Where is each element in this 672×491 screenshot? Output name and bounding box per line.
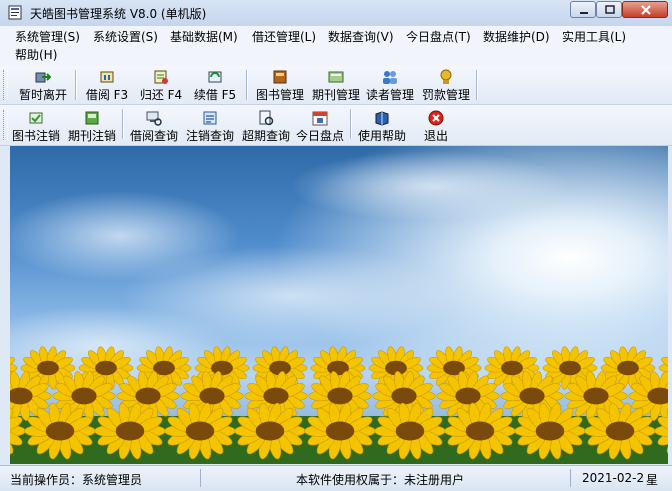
leave-label: 暂时离开 xyxy=(14,86,72,103)
minimize-icon xyxy=(571,2,597,19)
menu-bar: 系统管理(S) 系统设置(S) 基础数据(M) 借还管理(L) 数据查询(V) … xyxy=(0,26,672,67)
book-cancel-label: 图书注销 xyxy=(8,127,64,144)
borrow-query-label: 借阅查询 xyxy=(126,127,182,144)
menu-today-inventory[interactable]: 今日盘点(T) xyxy=(406,29,471,45)
return-icon xyxy=(153,69,169,85)
menu-system-settings[interactable]: 系统设置(S) xyxy=(93,29,158,45)
toolbar-separator xyxy=(246,70,248,100)
return-label: 归还 F4 xyxy=(136,86,186,103)
journal-cancel-icon xyxy=(84,110,100,126)
reader-manage-button[interactable]: 读者管理 xyxy=(362,66,418,104)
menu-help[interactable]: 帮助(H) xyxy=(15,47,57,63)
borrow-query-button[interactable]: 借阅查询 xyxy=(126,105,182,143)
menu-tools[interactable]: 实用工具(L) xyxy=(562,29,626,45)
journal-manage-button[interactable]: 期刊管理 xyxy=(308,66,364,104)
exit-button[interactable]: 退出 xyxy=(414,105,458,143)
book-manage-label: 图书管理 xyxy=(252,86,308,103)
help-label: 使用帮助 xyxy=(354,127,410,144)
window-title: 天皓图书管理系统 V8.0 (单机版) xyxy=(30,5,206,22)
fine-manage-label: 罚款管理 xyxy=(418,86,474,103)
title-bar: 天皓图书管理系统 V8.0 (单机版) xyxy=(0,0,672,27)
borrow-query-icon xyxy=(146,110,162,126)
status-date: 2021-02-2 xyxy=(582,471,644,485)
maximize-icon xyxy=(597,2,623,19)
renew-icon xyxy=(207,69,223,85)
book-icon xyxy=(272,69,288,85)
renew-button[interactable]: 续借 F5 xyxy=(190,66,240,104)
menu-data-query[interactable]: 数据查询(V) xyxy=(328,29,394,45)
cancel-query-button[interactable]: 注销查询 xyxy=(182,105,238,143)
close-button[interactable] xyxy=(622,1,668,18)
toolbar-separator xyxy=(350,109,352,139)
exit-label: 退出 xyxy=(414,127,458,144)
leave-icon xyxy=(35,69,51,85)
cancel-query-label: 注销查询 xyxy=(182,127,238,144)
journal-cancel-label: 期刊注销 xyxy=(64,127,120,144)
overdue-query-button[interactable]: 超期查询 xyxy=(238,105,294,143)
today-inventory-button[interactable]: 今日盘点 xyxy=(292,105,348,143)
menu-base-data[interactable]: 基础数据(M) xyxy=(170,29,238,45)
reader-manage-label: 读者管理 xyxy=(362,86,418,103)
leave-button[interactable]: 暂时离开 xyxy=(14,66,72,104)
query-toolbar: 图书注销 期刊注销 借阅查询 注销查询 超期查询 xyxy=(0,105,672,146)
sunflower-scene xyxy=(10,146,668,464)
readers-icon xyxy=(382,69,398,85)
fine-manage-button[interactable]: 罚款管理 xyxy=(418,66,474,104)
help-book-icon xyxy=(374,110,390,126)
minimize-button[interactable] xyxy=(570,1,596,18)
menu-borrow-return[interactable]: 借还管理(L) xyxy=(252,29,316,45)
status-separator xyxy=(200,469,201,487)
menu-data-maintain[interactable]: 数据维护(D) xyxy=(483,29,550,45)
background-image xyxy=(10,146,668,464)
fine-icon xyxy=(438,69,454,85)
toolbar-separator xyxy=(75,70,77,100)
book-cancel-button[interactable]: 图书注销 xyxy=(8,105,64,143)
exit-icon xyxy=(428,110,444,126)
book-manage-button[interactable]: 图书管理 xyxy=(252,66,308,104)
borrow-button[interactable]: 借阅 F3 xyxy=(82,66,132,104)
toolbar-separator xyxy=(476,70,478,100)
status-operator: 当前操作员：系统管理员 xyxy=(10,471,142,488)
journal-icon xyxy=(328,69,344,85)
help-button[interactable]: 使用帮助 xyxy=(354,105,410,143)
close-icon xyxy=(623,2,669,19)
main-toolbar: 暂时离开 借阅 F3 归还 F4 续借 F5 图书管理 xyxy=(0,66,672,105)
overdue-query-icon xyxy=(258,110,274,126)
overdue-query-label: 超期查询 xyxy=(238,127,294,144)
maximize-button[interactable] xyxy=(596,1,622,18)
return-button[interactable]: 归还 F4 xyxy=(136,66,186,104)
app-icon xyxy=(8,5,22,20)
cancel-query-icon xyxy=(202,110,218,126)
book-cancel-icon xyxy=(28,110,44,126)
today-inventory-label: 今日盘点 xyxy=(292,127,348,144)
toolbar-separator xyxy=(122,109,124,139)
status-separator xyxy=(570,469,571,487)
toolbar-grip[interactable] xyxy=(3,70,8,100)
calendar-icon xyxy=(312,110,328,126)
renew-label: 续借 F5 xyxy=(190,86,240,103)
status-license: 本软件使用权属于：未注册用户 xyxy=(296,471,464,488)
borrow-icon xyxy=(99,69,115,85)
right-frame xyxy=(668,146,672,464)
journal-manage-label: 期刊管理 xyxy=(308,86,364,103)
menu-system-manage[interactable]: 系统管理(S) xyxy=(15,29,80,45)
status-extra: 星 xyxy=(646,471,658,488)
status-bar: 当前操作员：系统管理员 本软件使用权属于：未注册用户 2021-02-2 星 xyxy=(0,465,672,491)
borrow-label: 借阅 F3 xyxy=(82,86,132,103)
journal-cancel-button[interactable]: 期刊注销 xyxy=(64,105,120,143)
